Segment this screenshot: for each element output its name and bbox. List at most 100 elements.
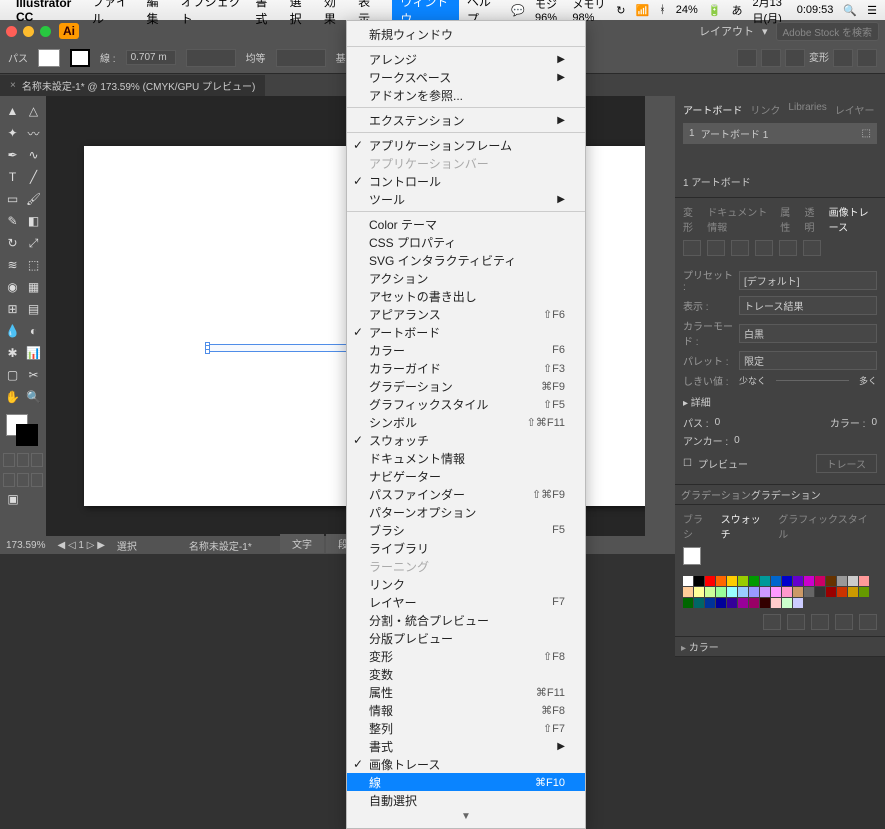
swatch-color[interactable] [694,576,704,586]
menu-item-Color テーマ[interactable]: Color テーマ [347,215,585,233]
menu-item-エクステンション[interactable]: エクステンション▶ [347,111,585,129]
tab-libraries[interactable]: Libraries [788,102,826,117]
menu-item-分割・統合プレビュー[interactable]: 分割・統合プレビュー [347,611,585,629]
swatch-color[interactable] [837,587,847,597]
swatch-color[interactable] [749,598,759,608]
tab-transparency[interactable]: 透明 [804,204,820,234]
menu-item-カラーガイド[interactable]: カラーガイド⇧F3 [347,359,585,377]
ime-icon[interactable]: あ [732,2,743,18]
swatch-color[interactable] [738,587,748,597]
menu-item-アレンジ[interactable]: アレンジ▶ [347,50,585,68]
swatch-color[interactable] [782,587,792,597]
tab-link[interactable]: リンク [750,102,780,117]
screen-mode-tool[interactable]: ▣ [2,488,24,510]
mode-select[interactable]: 白黒 [739,324,877,343]
menu-item-アセットの書き出し[interactable]: アセットの書き出し [347,287,585,305]
swatch-color[interactable] [727,598,737,608]
swatch-color[interactable] [793,598,803,608]
swatch-color[interactable] [771,576,781,586]
align-button[interactable] [737,49,757,67]
swatch-color[interactable] [727,587,737,597]
menu-item-ナビゲーター[interactable]: ナビゲーター [347,467,585,485]
menu-item-属性[interactable]: 属性⌘F11 [347,683,585,701]
swatch-color[interactable] [771,587,781,597]
swatch-color[interactable] [826,576,836,586]
threshold-slider[interactable] [776,380,849,381]
swatch-color[interactable] [694,598,704,608]
color-title[interactable]: カラー [689,643,719,654]
menu-item-コントロール[interactable]: ✓コントロール [347,172,585,190]
swatch-color[interactable] [683,576,693,586]
type-tool[interactable]: T [2,166,23,188]
swatch-color[interactable] [738,576,748,586]
menu-item-ドキュメント情報[interactable]: ドキュメント情報 [347,449,585,467]
swatch-color[interactable] [782,576,792,586]
tab-brush[interactable]: ブラシ [683,511,713,541]
menu-select[interactable]: 選択 [290,0,310,27]
zoom-level[interactable]: 173.59% [6,540,45,551]
eraser-tool[interactable]: ◧ [23,210,44,232]
swatch-color[interactable] [705,587,715,597]
document-tab[interactable]: × 名称未設定-1* @ 173.59% (CMYK/GPU プレビュー) [0,75,265,96]
shaper-tool[interactable]: ✎ [2,210,23,232]
tab-layer[interactable]: レイヤー [835,102,875,117]
swatch-color[interactable] [826,587,836,597]
swatch-color[interactable] [782,598,792,608]
rectangle-tool[interactable]: ▭ [2,188,23,210]
new-swatch-icon[interactable] [835,614,853,630]
swatch-color[interactable] [727,576,737,586]
swatch-color[interactable] [749,576,759,586]
menu-item-自動選択[interactable]: 自動選択 [347,791,585,809]
swatch-color[interactable] [859,587,869,597]
preset-icon-1[interactable] [683,240,701,256]
menu-item-アクション[interactable]: アクション [347,269,585,287]
selection-tool[interactable]: ▲ [2,100,23,122]
preset-select[interactable]: [デフォルト] [739,271,877,290]
tab-character[interactable]: 文字 [280,534,324,553]
tab-docinfo[interactable]: ドキュメント情報 [707,204,772,234]
menu-edit[interactable]: 編集 [147,0,167,27]
menu-item-リンク[interactable]: リンク [347,575,585,593]
rotate-tool[interactable]: ↻ [2,232,23,254]
tab-image-trace[interactable]: 画像トレース [829,204,877,234]
close-tab-icon[interactable]: × [10,80,16,91]
swatch-color[interactable] [815,587,825,597]
menu-item-グラデーション[interactable]: グラデーション⌘F9 [347,377,585,395]
stroke-swatch[interactable] [70,49,90,67]
perspective-tool[interactable]: ▦ [23,276,44,298]
menu-item-アートボード[interactable]: ✓アートボード [347,323,585,341]
menu-item-シンボル[interactable]: シンボル⇧⌘F11 [347,413,585,431]
symbol-sprayer-tool[interactable]: ✱ [2,342,23,364]
draw-behind-btn[interactable] [17,473,29,487]
pen-tool[interactable]: ✒ [2,144,23,166]
swatch-color[interactable] [771,598,781,608]
menu-item-変数[interactable]: 変数 [347,665,585,683]
swatch-fill-indicator[interactable] [683,547,701,565]
swatch-color[interactable] [683,598,693,608]
swatch-color[interactable] [815,576,825,586]
menu-type[interactable]: 書式 [255,0,275,27]
menu-effect[interactable]: 効果 [324,0,344,27]
draw-inside-btn[interactable] [31,473,43,487]
curvature-tool[interactable]: ∿ [23,144,44,166]
spotlight-icon[interactable]: 🔍 [843,4,857,17]
menu-item-変形[interactable]: 変形⇧F8 [347,647,585,665]
mesh-tool[interactable]: ⊞ [2,298,23,320]
tab-graphic-style[interactable]: グラフィックスタイル [778,511,877,541]
swatch-options-icon[interactable] [811,614,829,630]
layout-dropdown-icon[interactable]: ▾ [762,25,768,38]
brush-def-button[interactable] [276,49,326,67]
fill-stroke-control[interactable] [6,414,40,448]
menu-item-アドオンを参照...[interactable]: アドオンを参照... [347,86,585,104]
menu-item-SVG インタラクティビティ[interactable]: SVG インタラクティビティ [347,251,585,269]
menu-item-CSS プロパティ[interactable]: CSS プロパティ [347,233,585,251]
swatch-color[interactable] [859,576,869,586]
magic-wand-tool[interactable]: ✦ [2,122,23,144]
graph-tool[interactable]: 📊 [23,342,44,364]
direct-selection-tool[interactable]: △ [23,100,44,122]
swatch-color[interactable] [848,576,858,586]
menu-item-ライブラリ[interactable]: ライブラリ [347,539,585,557]
stroke-width-input[interactable] [126,50,176,65]
app-name[interactable]: Illustrator CC [16,0,80,24]
tab-transform[interactable]: 変形 [683,204,699,234]
